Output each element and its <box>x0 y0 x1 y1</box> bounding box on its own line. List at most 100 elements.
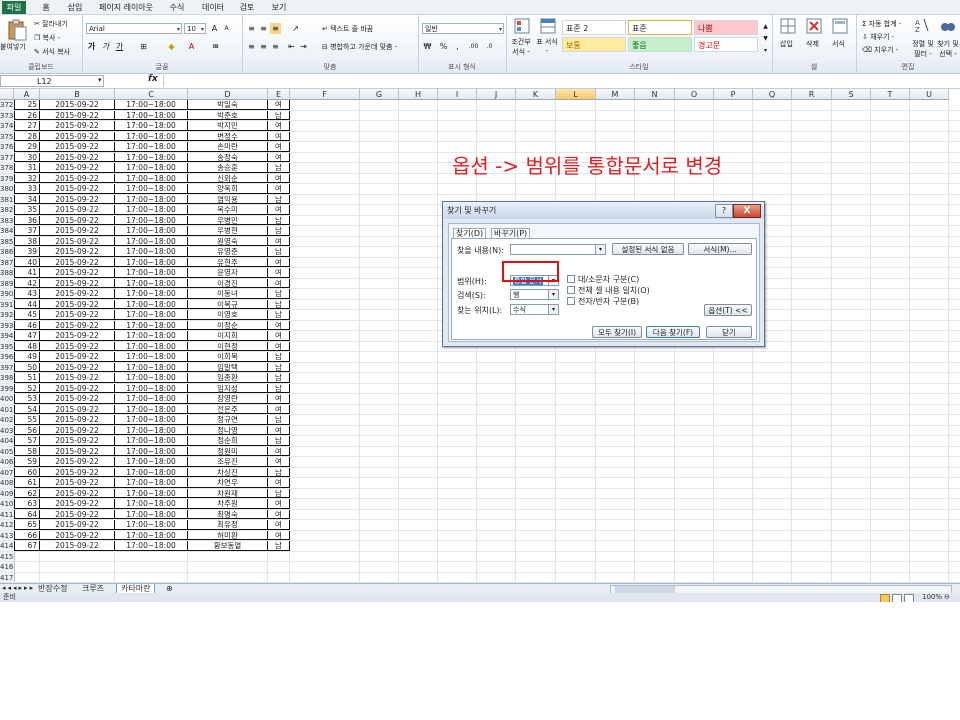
find-next-button[interactable]: 다음 찾기(F) <box>646 326 700 338</box>
find-all-button[interactable]: 모두 찾기(I) <box>592 326 642 338</box>
cell-e[interactable]: 여 <box>268 152 290 162</box>
cell-a[interactable]: 33 <box>14 184 40 194</box>
fill-color-icon[interactable]: ◆ <box>166 41 177 52</box>
cell-a[interactable]: 31 <box>14 163 40 173</box>
grow-font-icon[interactable]: A <box>209 23 220 34</box>
cell-a[interactable]: 53 <box>14 394 40 404</box>
cell-c[interactable]: 17:00~18:00 <box>115 404 188 414</box>
cell-e[interactable] <box>268 562 290 572</box>
cell-e[interactable]: 여 <box>268 100 290 110</box>
row-header[interactable]: 379 <box>0 173 15 183</box>
underline-icon[interactable]: 가 <box>114 41 125 52</box>
cell-a[interactable]: 56 <box>14 425 40 435</box>
cell-e[interactable]: 남 <box>268 289 290 299</box>
column-header-g[interactable]: G <box>360 89 399 100</box>
cell-b[interactable]: 2015-09-22 <box>40 184 115 194</box>
cell-e[interactable]: 남 <box>268 436 290 446</box>
match-byte-checkbox[interactable] <box>567 297 575 305</box>
tab-review[interactable]: 검토 <box>236 1 258 14</box>
cell-b[interactable]: 2015-09-22 <box>40 278 115 288</box>
close-button[interactable]: 닫기 <box>706 326 752 338</box>
cell-a[interactable]: 30 <box>14 152 40 162</box>
cell-e[interactable]: 남 <box>268 541 290 551</box>
cell-b[interactable]: 2015-09-22 <box>40 121 115 131</box>
column-header-t[interactable]: T <box>871 89 910 100</box>
cell-e[interactable]: 남 <box>268 110 290 120</box>
style-normal[interactable]: 표준 <box>628 20 692 35</box>
cell-b[interactable]: 2015-09-22 <box>40 509 115 519</box>
border-icon[interactable]: ⊞ <box>138 41 149 52</box>
row-header[interactable]: 386 <box>0 247 15 257</box>
zoom-out-icon[interactable]: ⊖ <box>944 593 950 602</box>
delete-cells-icon[interactable] <box>806 18 822 34</box>
delete-cells-button[interactable]: 삭제 <box>806 39 819 49</box>
column-header-d[interactable]: D <box>188 89 268 100</box>
cell-a[interactable]: 59 <box>14 457 40 467</box>
cell-c[interactable]: 17:00~18:00 <box>115 131 188 141</box>
sheet-nav-arrows-icon[interactable]: ◂◂◂▸▸▸ <box>2 584 35 592</box>
column-header-k[interactable]: K <box>516 89 556 100</box>
cell-c[interactable]: 17:00~18:00 <box>115 142 188 152</box>
cell-b[interactable]: 2015-09-22 <box>40 299 115 309</box>
select-all-corner[interactable] <box>0 89 14 100</box>
cell-c[interactable]: 17:00~18:00 <box>115 320 188 330</box>
insert-cells-button[interactable]: 삽입 <box>780 39 793 49</box>
cell-a[interactable]: 36 <box>14 215 40 225</box>
merge-center-button[interactable]: ⊟ 병합하고 가운데 맞춤 - <box>322 42 397 52</box>
cell-b[interactable]: 2015-09-22 <box>40 310 115 320</box>
cell-c[interactable] <box>115 573 188 583</box>
cell-e[interactable]: 여 <box>268 236 290 246</box>
paste-icon[interactable] <box>6 19 28 41</box>
cell-e[interactable]: 여 <box>268 121 290 131</box>
cell-a[interactable]: 45 <box>14 310 40 320</box>
cell-a[interactable]: 62 <box>14 488 40 498</box>
row-header[interactable]: 394 <box>0 331 15 341</box>
cell-e[interactable]: 남 <box>268 415 290 425</box>
cell-e[interactable]: 여 <box>268 425 290 435</box>
cell-a[interactable]: 35 <box>14 205 40 215</box>
row-header[interactable]: 392 <box>0 310 15 320</box>
cell-c[interactable]: 17:00~18:00 <box>115 457 188 467</box>
cell-d[interactable]: 차상진 <box>188 467 268 477</box>
cell-c[interactable]: 17:00~18:00 <box>115 362 188 372</box>
cell-b[interactable]: 2015-09-22 <box>40 142 115 152</box>
search-select[interactable]: 행 ▾ <box>510 289 559 300</box>
cell-e[interactable]: 남 <box>268 352 290 362</box>
bold-icon[interactable]: 가 <box>86 41 97 52</box>
clear-button[interactable]: ⌫ 지우기 - <box>862 45 898 55</box>
align-middle-icon[interactable]: ≡ <box>258 23 269 34</box>
cell-a[interactable]: 26 <box>14 110 40 120</box>
cell-c[interactable]: 17:00~18:00 <box>115 488 188 498</box>
cell-a[interactable]: 46 <box>14 320 40 330</box>
chevron-down-icon[interactable]: ▾ <box>98 76 102 84</box>
cell-c[interactable]: 17:00~18:00 <box>115 478 188 488</box>
match-entire-checkbox[interactable] <box>567 286 575 294</box>
cell-b[interactable]: 2015-09-22 <box>40 152 115 162</box>
row-header[interactable]: 387 <box>0 257 15 267</box>
cell-a[interactable]: 49 <box>14 352 40 362</box>
row-header[interactable]: 382 <box>0 205 15 215</box>
cell-a[interactable] <box>14 573 40 583</box>
cell-b[interactable]: 2015-09-22 <box>40 320 115 330</box>
cell-e[interactable]: 남 <box>268 194 290 204</box>
cell-b[interactable]: 2015-09-22 <box>40 110 115 120</box>
row-header[interactable]: 404 <box>0 436 15 446</box>
sort-filter-icon[interactable]: AZ <box>914 17 930 33</box>
cell-d[interactable]: 변정수 <box>188 131 268 141</box>
cell-d[interactable]: 유영준 <box>188 247 268 257</box>
cell-a[interactable]: 54 <box>14 404 40 414</box>
cell-b[interactable]: 2015-09-22 <box>40 173 115 183</box>
cell-b[interactable]: 2015-09-22 <box>40 520 115 530</box>
cell-c[interactable]: 17:00~18:00 <box>115 383 188 393</box>
scrollbar-thumb[interactable] <box>615 586 675 593</box>
cell-e[interactable]: 남 <box>268 488 290 498</box>
row-header[interactable]: 413 <box>0 530 15 540</box>
cell-a[interactable]: 27 <box>14 121 40 131</box>
cell-a[interactable]: 65 <box>14 520 40 530</box>
cell-d[interactable]: 우병민 <box>188 215 268 225</box>
cell-c[interactable]: 17:00~18:00 <box>115 205 188 215</box>
column-header-a[interactable]: A <box>14 89 40 100</box>
autosum-button[interactable]: Σ 자동 합계 - <box>862 19 901 29</box>
format-table-button[interactable]: 표 서식 - <box>536 37 558 55</box>
cell-e[interactable]: 여 <box>268 331 290 341</box>
